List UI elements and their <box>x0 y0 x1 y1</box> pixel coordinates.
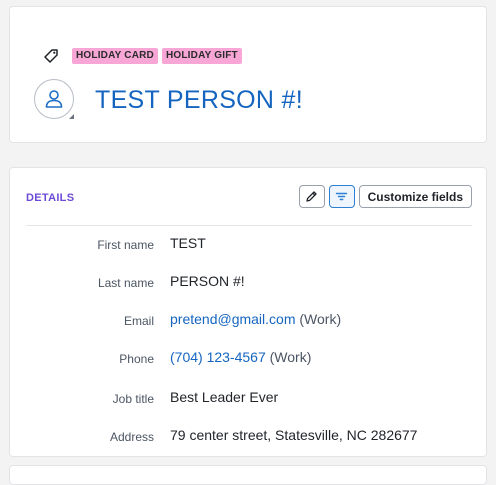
field-label: Address <box>109 430 154 444</box>
edit-button[interactable] <box>298 185 325 208</box>
field-value: PERSON #! <box>170 273 245 289</box>
next-section-card <box>9 465 487 485</box>
email-link[interactable]: pretend@gmail.com <box>170 311 296 327</box>
filter-button[interactable] <box>328 185 355 208</box>
tag-badge[interactable]: HOLIDAY CARD <box>72 48 158 64</box>
person-icon <box>45 90 63 108</box>
field-value: (704) 123-4567 (Work) <box>170 349 311 365</box>
avatar-corner-indicator <box>69 114 74 119</box>
field-label: First name <box>97 238 154 252</box>
details-toolbar: Customize fields <box>298 185 472 208</box>
phone-link[interactable]: (704) 123-4567 <box>170 349 266 365</box>
contact-name: TEST PERSON #! <box>95 86 303 114</box>
field-row-last-name: Last name PERSON #! <box>10 273 486 295</box>
field-value: pretend@gmail.com (Work) <box>170 311 341 327</box>
field-value: TEST <box>170 235 206 251</box>
details-card: DETAILS Customize fields First name TEST… <box>9 167 487 457</box>
field-label: Last name <box>97 276 154 290</box>
email-type: (Work) <box>299 311 342 327</box>
field-row-first-name: First name TEST <box>10 235 486 257</box>
tag-row: HOLIDAY CARD HOLIDAY GIFT <box>43 48 246 64</box>
divider <box>26 225 472 226</box>
field-label: Phone <box>119 352 154 366</box>
contact-header-card: HOLIDAY CARD HOLIDAY GIFT TEST PERSON #! <box>9 6 487 143</box>
field-value: Best Leader Ever <box>170 389 279 405</box>
field-label: Job title <box>112 392 154 406</box>
field-value: 79 center street, Statesville, NC 282677 <box>170 427 418 443</box>
field-row-address: Address 79 center street, Statesville, N… <box>10 427 486 449</box>
field-label: Email <box>123 314 154 328</box>
tag-badge[interactable]: HOLIDAY GIFT <box>161 48 242 64</box>
field-row-job-title: Job title Best Leader Ever <box>10 389 486 411</box>
details-section-title: DETAILS <box>26 192 75 204</box>
field-row-email: Email pretend@gmail.com (Work) <box>10 311 486 333</box>
pencil-icon <box>306 191 317 202</box>
tag-icon[interactable] <box>43 48 59 64</box>
filter-icon <box>335 192 348 201</box>
field-row-phone: Phone (704) 123-4567 (Work) <box>10 349 486 371</box>
avatar[interactable] <box>34 79 74 119</box>
phone-type: (Work) <box>269 349 312 365</box>
customize-fields-button[interactable]: Customize fields <box>358 185 472 208</box>
